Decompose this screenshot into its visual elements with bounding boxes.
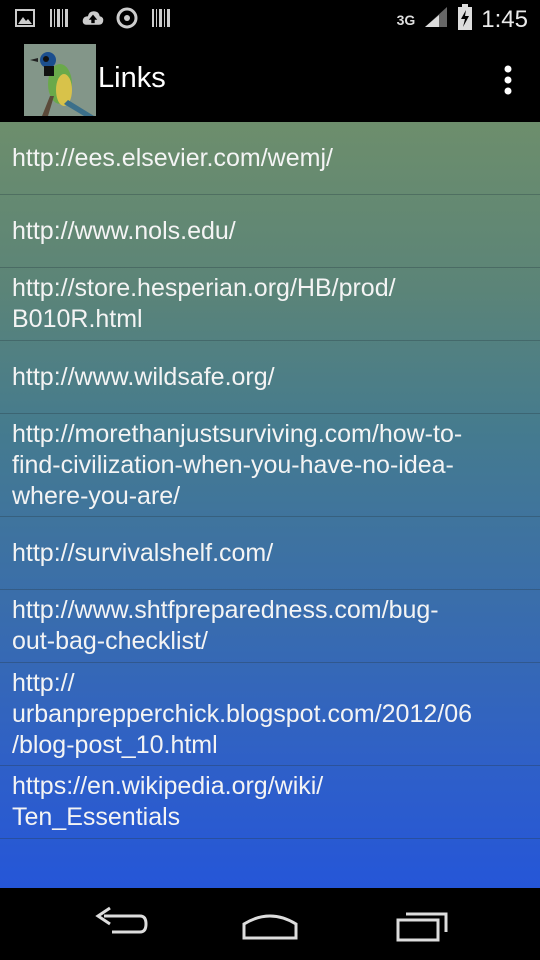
link-item[interactable]: http://survivalshelf.com/ <box>0 517 540 590</box>
link-item[interactable]: https://en.wikipedia.org/wiki/Ten_Essent… <box>0 766 540 839</box>
system-status: 3G 1:45 <box>397 4 528 35</box>
status-bar: 3G 1:45 <box>0 0 540 38</box>
notification-icons <box>14 7 172 29</box>
link-item[interactable]: http://store.hesperian.org/HB/prod/B010R… <box>0 268 540 341</box>
link-url: http://urbanprepperchick.blogspot.com/20… <box>12 668 473 759</box>
navigation-bar <box>0 888 540 960</box>
recent-apps-icon[interactable] <box>392 906 452 942</box>
cloud-upload-icon <box>82 7 104 29</box>
barcode-icon <box>48 7 70 29</box>
link-item[interactable]: http://www.wildsafe.org/ <box>0 341 540 414</box>
screen-title: Links <box>98 62 166 94</box>
signal-icon <box>423 5 449 34</box>
bird-app-icon[interactable] <box>24 44 96 116</box>
link-url: http://morethanjustsurviving.com/how-to-… <box>12 419 463 510</box>
link-url: http://www.shtfpreparedness.com/bug-out-… <box>12 596 439 655</box>
sync-icon <box>116 7 138 29</box>
link-url: http://store.hesperian.org/HB/prod/B010R… <box>12 274 396 333</box>
image-icon <box>14 7 36 29</box>
link-url: https://en.wikipedia.org/wiki/Ten_Essent… <box>12 772 324 831</box>
link-url: http://www.nols.edu/ <box>12 216 236 245</box>
link-item[interactable]: http://urbanprepperchick.blogspot.com/20… <box>0 663 540 766</box>
battery-charging-icon <box>457 4 473 35</box>
link-url: http://ees.elsevier.com/wemj/ <box>12 143 333 172</box>
links-list: http://ees.elsevier.com/wemj/ http://www… <box>0 122 540 839</box>
back-icon[interactable] <box>90 906 150 942</box>
action-bar: Links <box>0 38 540 122</box>
clock: 1:45 <box>481 5 528 33</box>
link-item[interactable]: http://www.shtfpreparedness.com/bug-out-… <box>0 590 540 663</box>
links-list-container: http://ees.elsevier.com/wemj/ http://www… <box>0 122 540 888</box>
link-item[interactable]: http://ees.elsevier.com/wemj/ <box>0 122 540 195</box>
overflow-menu-icon[interactable] <box>498 64 518 96</box>
home-icon[interactable] <box>240 906 300 942</box>
network-type: 3G <box>396 11 416 28</box>
link-item[interactable]: http://www.nols.edu/ <box>0 195 540 268</box>
link-url: http://www.wildsafe.org/ <box>12 362 275 391</box>
barcode-icon <box>150 7 172 29</box>
link-url: http://survivalshelf.com/ <box>12 538 274 567</box>
link-item[interactable]: http://morethanjustsurviving.com/how-to-… <box>0 414 540 517</box>
